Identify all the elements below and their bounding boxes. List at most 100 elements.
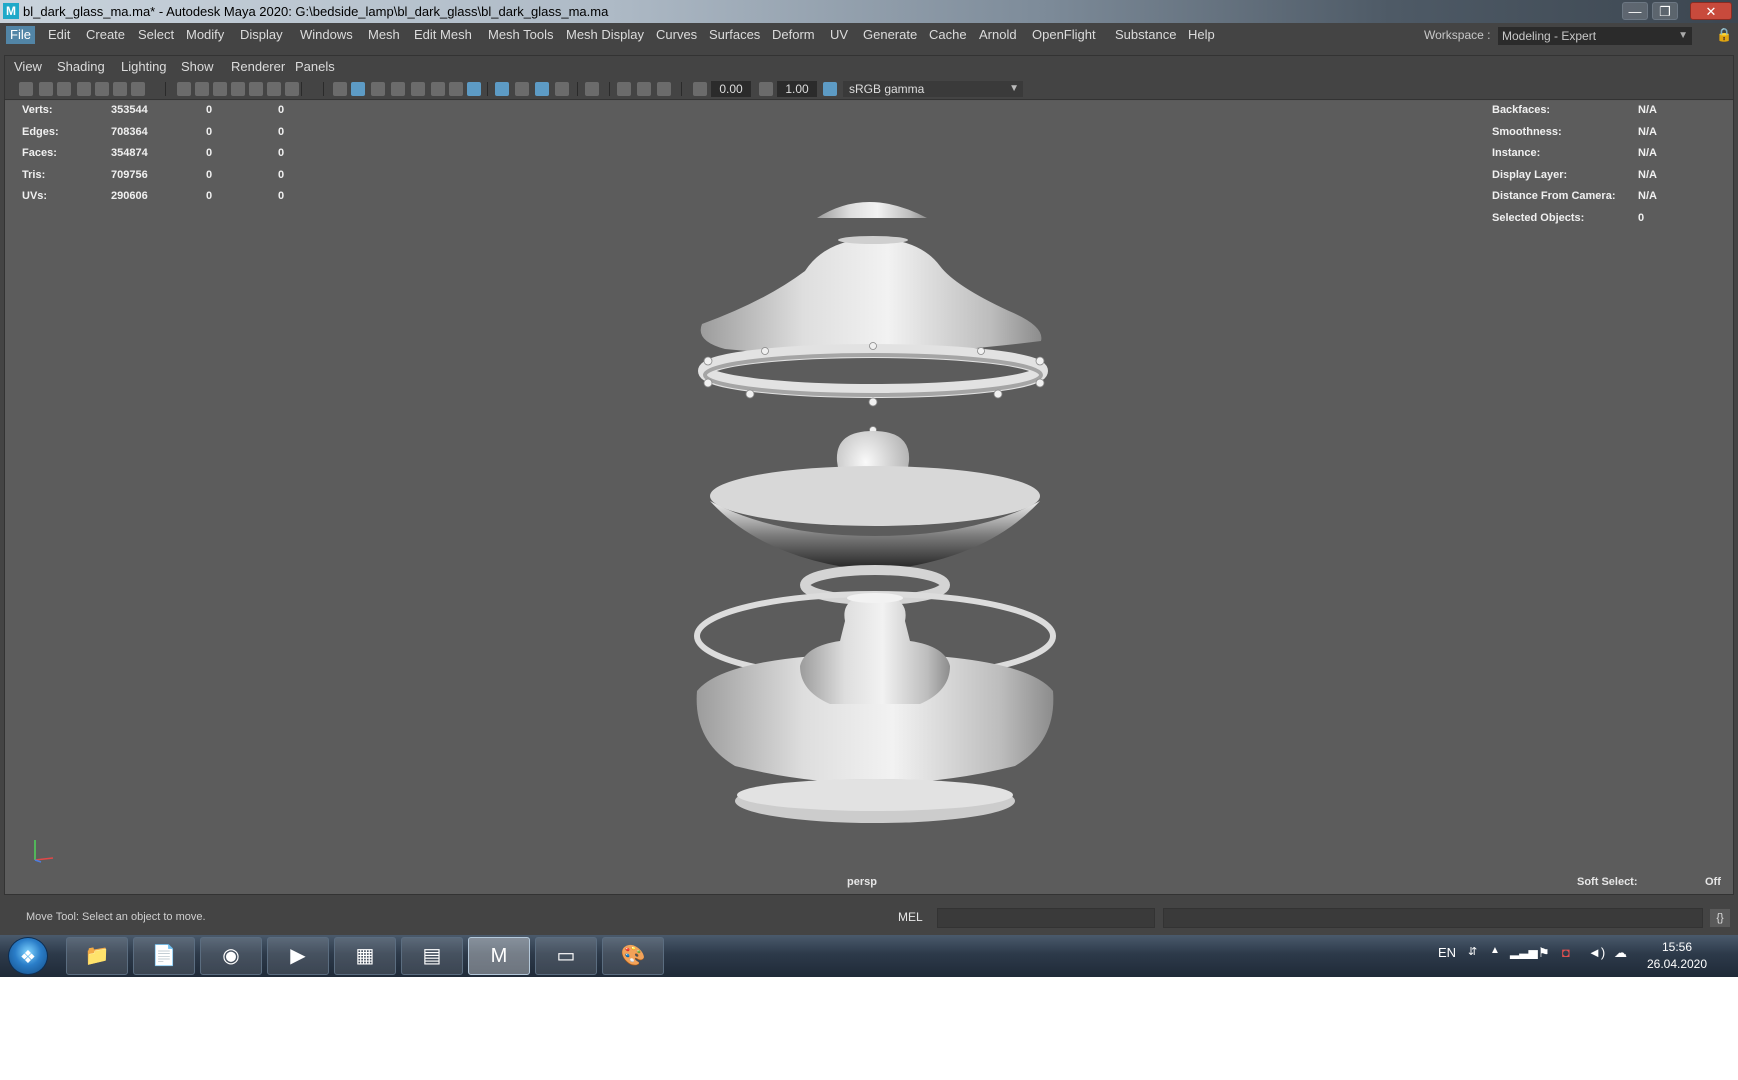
cloud-icon[interactable]: ☁	[1614, 945, 1627, 961]
restore-button[interactable]: ❐	[1652, 2, 1678, 20]
menu-arnold[interactable]: Arnold	[975, 26, 1021, 44]
photo-viewer-icon[interactable]: ▭	[535, 937, 597, 975]
smooth-shade-icon[interactable]	[351, 82, 365, 96]
soft-select-value: Off	[1705, 876, 1721, 888]
hud-detail-value: N/A	[1638, 168, 1657, 181]
view-transform-dropdown[interactable]: sRGB gamma ▼	[843, 81, 1023, 97]
safe-action-icon[interactable]	[267, 82, 281, 96]
menu-display[interactable]: Display	[236, 26, 287, 44]
script-editor-icon[interactable]: {}	[1710, 909, 1730, 927]
hud-stat-v3: 0	[278, 104, 285, 116]
menu-mesh[interactable]: Mesh	[364, 26, 404, 44]
panel-menu-lighting[interactable]: Lighting	[121, 59, 167, 75]
gamma-icon[interactable]	[759, 82, 773, 96]
menu-edit[interactable]: Edit	[44, 26, 74, 44]
color-management-icon[interactable]	[823, 82, 837, 96]
menu-curves[interactable]: Curves	[652, 26, 701, 44]
volume-icon[interactable]: ◄)	[1588, 945, 1605, 960]
panel-menu-panels[interactable]: Panels	[295, 59, 335, 75]
resolution-gate-icon[interactable]	[213, 82, 227, 96]
chrome-icon[interactable]: ◉	[200, 937, 262, 975]
panel-menu-renderer[interactable]: Renderer	[231, 59, 285, 75]
menu-substance[interactable]: Substance	[1111, 26, 1180, 44]
wireframe-icon[interactable]	[333, 82, 347, 96]
gamma-field[interactable]: 1.00	[777, 81, 817, 97]
grease-pencil-icon[interactable]	[131, 82, 145, 96]
menu-openflight[interactable]: OpenFlight	[1028, 26, 1100, 44]
panel-menu-view[interactable]: View	[14, 59, 42, 75]
grid-icon[interactable]	[177, 82, 191, 96]
maya-icon[interactable]: M	[468, 937, 530, 975]
xray-icon[interactable]	[411, 82, 425, 96]
action-center-flag-icon[interactable]: ⚑	[1538, 945, 1550, 961]
lights-icon[interactable]	[449, 82, 463, 96]
start-button[interactable]: ❖	[8, 937, 48, 975]
camera-select-icon[interactable]	[19, 82, 33, 96]
menu-create[interactable]: Create	[82, 26, 129, 44]
film-gate-icon[interactable]	[195, 82, 209, 96]
maya-window: M bl_dark_glass_ma.ma* - Autodesk Maya 2…	[0, 0, 1738, 977]
panel-menu-show[interactable]: Show	[181, 59, 214, 75]
workspace-dropdown[interactable]: Modeling - Expert ▼	[1498, 27, 1692, 45]
language-indicator[interactable]: EN	[1438, 945, 1456, 960]
security-icon[interactable]: ◘	[1562, 945, 1570, 960]
panel-menu-shading[interactable]: Shading	[57, 59, 105, 75]
menu-windows[interactable]: Windows	[296, 26, 357, 44]
menu-generate[interactable]: Generate	[859, 26, 921, 44]
menu-file[interactable]: File	[6, 26, 35, 44]
hud-stat-v2: 0	[206, 168, 213, 181]
menu-mesh-display[interactable]: Mesh Display	[562, 26, 648, 44]
menu-uv[interactable]: UV	[826, 26, 852, 44]
camera-attr-icon[interactable]	[57, 82, 71, 96]
gate-mask-icon[interactable]	[231, 82, 245, 96]
notepad-icon[interactable]: 📄	[133, 937, 195, 975]
motion-blur-icon[interactable]	[515, 82, 529, 96]
backface-culling-icon[interactable]	[657, 82, 671, 96]
default-material-icon[interactable]	[391, 82, 405, 96]
hud-detail-label: Selected Objects:	[1492, 212, 1585, 224]
3d-viewport[interactable]: Verts: 353544 0 0 Edges: 708364 0 0 Faces: 354874…	[5, 101, 1733, 894]
system-clock[interactable]: 15:56 26.04.2020	[1642, 939, 1712, 973]
image-plane-icon[interactable]	[95, 82, 109, 96]
paint-icon[interactable]: 🎨	[602, 937, 664, 975]
field-chart-icon[interactable]	[249, 82, 263, 96]
wireframe-on-shaded-icon[interactable]	[371, 82, 385, 96]
bookmark-icon[interactable]	[77, 82, 91, 96]
menu-edit-mesh[interactable]: Edit Mesh	[410, 26, 476, 44]
file-explorer-icon[interactable]: 📁	[66, 937, 128, 975]
camera-lock-icon[interactable]	[39, 82, 53, 96]
menu-modify[interactable]: Modify	[182, 26, 228, 44]
xray-joints-icon[interactable]	[617, 82, 631, 96]
calculator-icon[interactable]: ▦	[334, 937, 396, 975]
command-line-input[interactable]	[937, 908, 1155, 928]
minimize-button[interactable]: —	[1622, 2, 1648, 20]
menu-mesh-tools[interactable]: Mesh Tools	[484, 26, 558, 44]
pan-zoom-icon[interactable]	[113, 82, 127, 96]
tray-network-icon[interactable]: ⇵	[1468, 945, 1477, 958]
tray-expand-icon[interactable]: ▲	[1490, 945, 1500, 956]
winrar-icon[interactable]: ▤	[401, 937, 463, 975]
exposure-icon[interactable]	[693, 82, 707, 96]
textured-icon[interactable]	[431, 82, 445, 96]
hud-stat-row: Tris: 709756 0 0	[22, 168, 302, 182]
menu-cache[interactable]: Cache	[925, 26, 971, 44]
screen-space-ao-icon[interactable]	[495, 82, 509, 96]
lamp-model[interactable]	[5, 101, 1733, 894]
lock-icon[interactable]: 🔒	[1716, 27, 1732, 43]
exposure-field[interactable]: 0.00	[711, 81, 751, 97]
isolate-select-icon[interactable]	[585, 82, 599, 96]
menu-select[interactable]: Select	[134, 26, 178, 44]
media-player-icon[interactable]: ▶	[267, 937, 329, 975]
signal-icon[interactable]: ▂▃▅	[1510, 945, 1538, 959]
hud-detail-row: Instance: N/A	[1492, 146, 1692, 160]
menu-help[interactable]: Help	[1184, 26, 1219, 44]
close-button[interactable]: ✕	[1690, 2, 1732, 20]
anti-aliasing-icon[interactable]	[535, 82, 549, 96]
script-language-button[interactable]: MEL	[898, 910, 923, 924]
depth-of-field-icon[interactable]	[555, 82, 569, 96]
shadows-icon[interactable]	[467, 82, 481, 96]
safe-title-icon[interactable]	[285, 82, 299, 96]
xray-active-icon[interactable]	[637, 82, 651, 96]
menu-surfaces[interactable]: Surfaces	[705, 26, 764, 44]
menu-deform[interactable]: Deform	[768, 26, 819, 44]
